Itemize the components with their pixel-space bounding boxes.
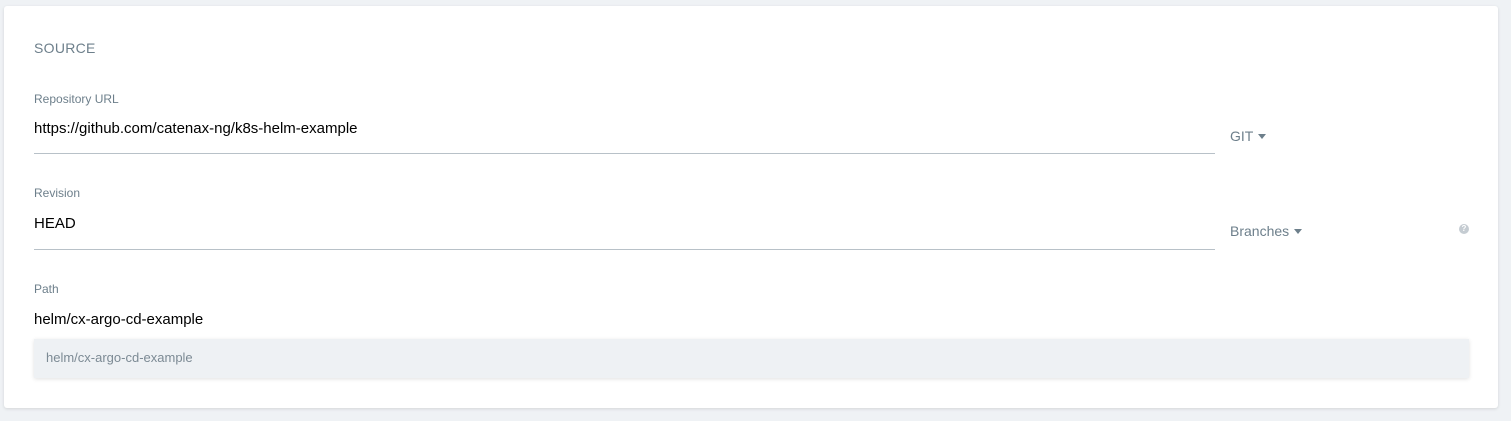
path-autocomplete-list: helm/cx-argo-cd-example [34, 339, 1469, 378]
revision-type-label: Branches [1230, 223, 1290, 239]
repository-url-label: Repository URL [34, 92, 119, 106]
path-label: Path [34, 282, 59, 296]
revision-underline [34, 249, 1215, 250]
caret-down-icon [1294, 228, 1303, 234]
autocomplete-option[interactable]: helm/cx-argo-cd-example [46, 350, 193, 365]
repository-type-dropdown[interactable]: GIT [1230, 128, 1267, 144]
repository-url-input[interactable] [34, 117, 1215, 139]
revision-label: Revision [34, 186, 81, 200]
source-panel: SOURCE Repository URL GIT Revision Branc… [4, 6, 1498, 408]
repository-type-label: GIT [1230, 128, 1254, 144]
path-input[interactable] [34, 308, 1215, 330]
section-title: SOURCE [34, 40, 96, 56]
repository-url-underline [34, 153, 1215, 154]
revision-type-dropdown[interactable]: Branches [1230, 223, 1303, 239]
question-circle-icon[interactable]: ? [1459, 224, 1469, 234]
caret-down-icon [1258, 133, 1267, 139]
revision-input[interactable] [34, 212, 1215, 234]
